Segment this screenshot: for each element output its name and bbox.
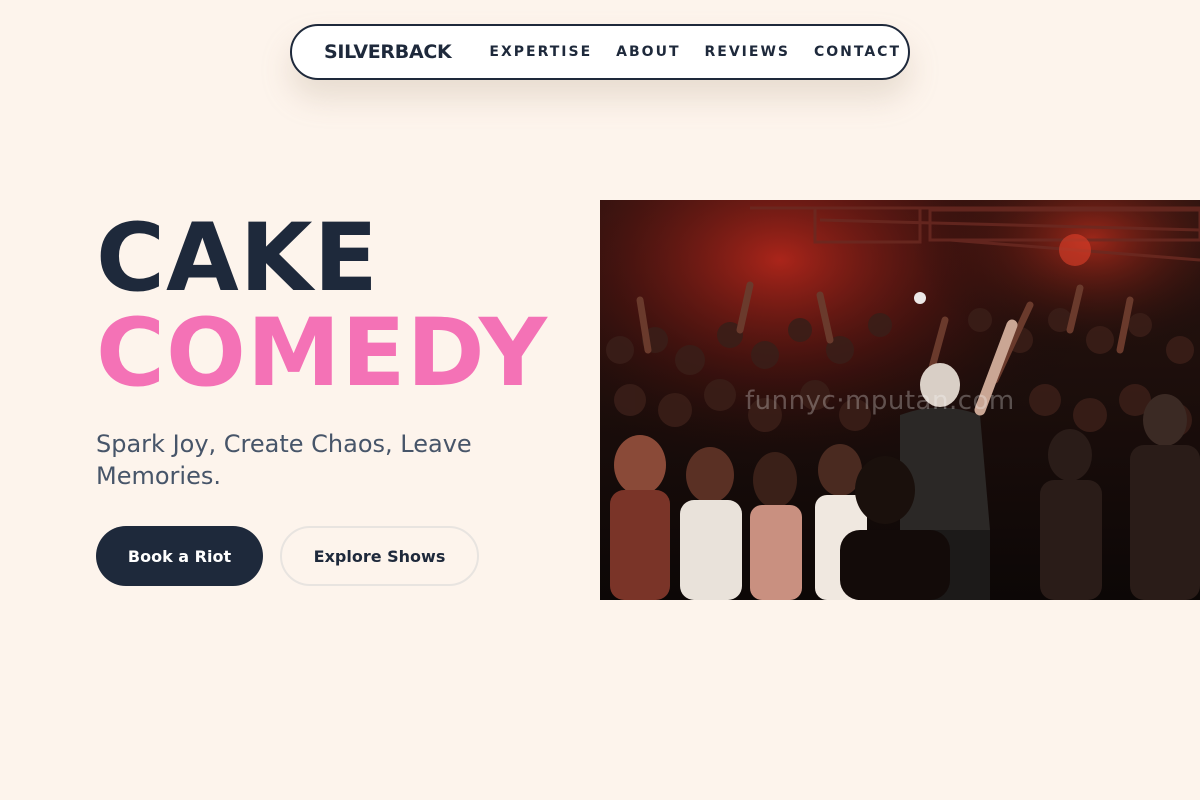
explore-shows-button[interactable]: Explore Shows [280,526,479,586]
book-a-riot-button[interactable]: Book a Riot [96,526,263,586]
hero-tagline: Spark Joy, Create Chaos, Leave Memories. [96,430,472,490]
hero-title-line-2: COMEDY [96,299,548,408]
nav-link-expertise[interactable]: EXPERTISE [489,44,592,60]
hero-image: funnyc·mputan.com [600,200,1200,600]
nav-links: EXPERTISE ABOUT REVIEWS CONTACT [489,44,901,60]
page: SILVERBACK EXPERTISE ABOUT REVIEWS CONTA… [0,0,1200,800]
nav-link-about[interactable]: ABOUT [616,44,680,60]
brand-logo[interactable]: SILVERBACK [324,41,452,63]
nav-link-contact[interactable]: CONTACT [814,44,901,60]
nav-link-reviews[interactable]: REVIEWS [705,44,790,60]
hero-title-line-1: CAKE [96,204,379,313]
top-navbar: SILVERBACK EXPERTISE ABOUT REVIEWS CONTA… [290,24,910,80]
image-watermark: funnyc·mputan.com [745,386,1015,416]
